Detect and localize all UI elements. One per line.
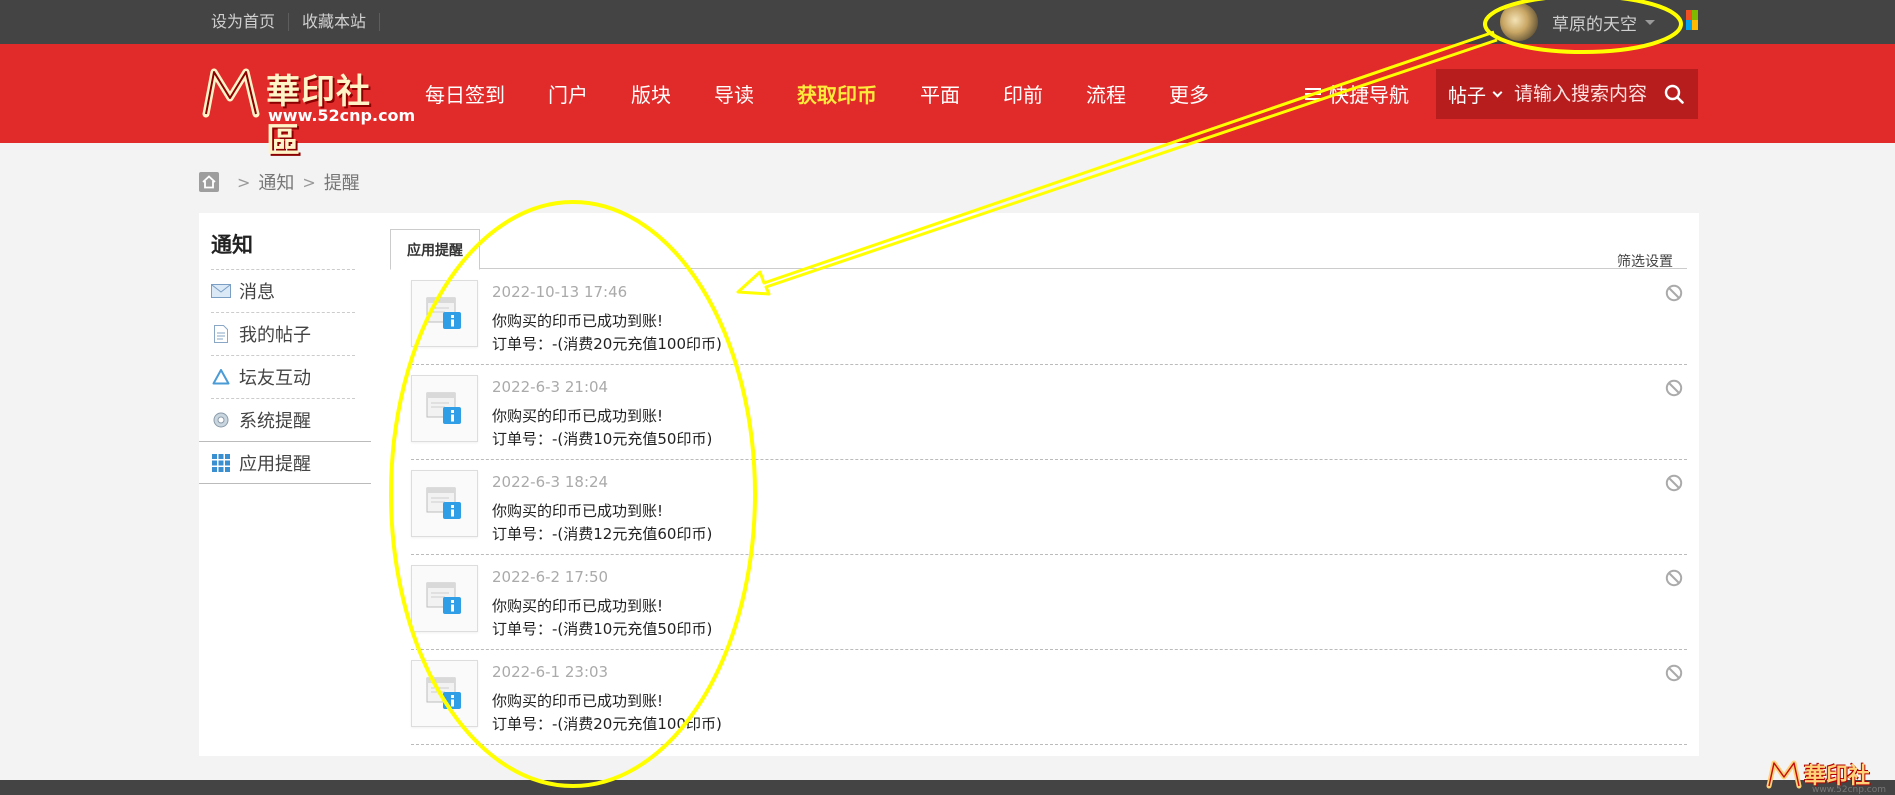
breadcrumb-notice[interactable]: 通知: [258, 169, 294, 195]
windows-logo-icon: [1686, 10, 1698, 30]
logo-mark-icon: [202, 68, 260, 118]
sidebar-item-my-posts[interactable]: 我的帖子: [211, 312, 355, 355]
nav-item-0[interactable]: 每日签到: [425, 79, 505, 108]
nav-item-3[interactable]: 导读: [714, 79, 754, 108]
search-box: 帖子: [1436, 69, 1698, 119]
app-info-icon: [411, 280, 478, 347]
tab-app-reminder[interactable]: 应用提醒: [390, 229, 480, 270]
content-panel: 通知 消息 我的帖子 坛友互动 系统提醒 应用提醒 应用提醒 筛选设置 2022…: [199, 213, 1699, 756]
footer-bar: [0, 780, 1895, 795]
watermark-logo-icon: [1766, 760, 1802, 789]
notification-message: 你购买的印币已成功到账!: [492, 597, 664, 615]
search-type-label: 帖子: [1448, 84, 1487, 107]
site-logo[interactable]: 華印社區 www.52cnp.com: [200, 62, 415, 161]
notification-time: 2022-10-13 17:46: [492, 283, 628, 301]
block-icon[interactable]: [1665, 474, 1683, 492]
nav-item-6[interactable]: 印前: [1003, 79, 1043, 108]
bookmark-site-link[interactable]: 收藏本站: [289, 13, 381, 31]
block-icon[interactable]: [1665, 379, 1683, 397]
chevron-down-icon: [1492, 87, 1503, 97]
sidebar-item-system-reminder[interactable]: 系统提醒: [211, 398, 355, 441]
notification-message: 你购买的印币已成功到账!: [492, 692, 664, 710]
block-icon[interactable]: [1665, 284, 1683, 302]
notification-order: 订单号：-(消费12元充值60印币): [492, 525, 713, 543]
gear-icon: [211, 410, 231, 430]
sidebar-item-label: 消息: [239, 282, 275, 303]
watermark: 華印社區 www.52cnp.com: [1766, 758, 1890, 795]
mail-icon: [211, 281, 231, 301]
top-links: 设为首页 收藏本站: [211, 0, 381, 44]
sidebar-item-app-reminder[interactable]: 应用提醒: [199, 441, 371, 484]
nav-item-1[interactable]: 门户: [548, 79, 588, 108]
tab-bar: 应用提醒 筛选设置: [390, 229, 1687, 271]
notification-row: 2022-10-13 17:46 你购买的印币已成功到账! 订单号：-(消费20元充…: [411, 270, 1687, 365]
block-icon[interactable]: [1665, 664, 1683, 682]
quick-nav[interactable]: 快捷导航: [1305, 44, 1409, 143]
caret-down-icon[interactable]: [1645, 19, 1655, 25]
nav-item-7[interactable]: 流程: [1086, 79, 1126, 108]
sidebar-item-messages[interactable]: 消息: [211, 269, 355, 312]
app-info-icon: [411, 565, 478, 632]
breadcrumb-separator: >: [302, 172, 316, 192]
nav-item-2[interactable]: 版块: [631, 79, 671, 108]
main-nav: 每日签到 门户 版块 导读 获取印币 平面 印前 流程 更多: [425, 44, 1252, 143]
sidebar-item-label: 我的帖子: [239, 325, 311, 346]
notification-time: 2022-6-3 18:24: [492, 473, 609, 491]
quick-nav-label: 快捷导航: [1329, 83, 1409, 107]
search-type-select[interactable]: 帖子: [1436, 81, 1514, 108]
notification-time: 2022-6-2 17:50: [492, 568, 609, 586]
app-info-icon: [411, 375, 478, 442]
notification-message: 你购买的印币已成功到账!: [492, 407, 664, 425]
notification-time: 2022-6-3 21:04: [492, 378, 609, 396]
breadcrumb: > 通知 > 提醒: [199, 170, 360, 194]
sidebar-item-interaction[interactable]: 坛友互动: [211, 355, 355, 398]
watermark-url: www.52cnp.com: [1812, 785, 1887, 795]
sidebar: 通知 消息 我的帖子 坛友互动 系统提醒 应用提醒: [199, 213, 371, 484]
notification-row: 2022-6-3 21:04 你购买的印币已成功到账! 订单号：-(消费10元充值5…: [411, 365, 1687, 460]
notification-message: 你购买的印币已成功到账!: [492, 312, 664, 330]
nav-item-5[interactable]: 平面: [920, 79, 960, 108]
home-icon[interactable]: [199, 172, 219, 192]
notification-order: 订单号：-(消费10元充值50印币): [492, 430, 713, 448]
user-menu[interactable]: 草原的天空: [1500, 2, 1655, 42]
search-icon[interactable]: [1664, 84, 1684, 104]
set-homepage-link[interactable]: 设为首页: [211, 13, 290, 31]
breadcrumb-separator: >: [237, 172, 251, 192]
sidebar-item-label: 系统提醒: [239, 411, 311, 432]
top-bar: 设为首页 收藏本站 草原的天空: [0, 0, 1895, 44]
app-info-icon: [411, 470, 478, 537]
avatar[interactable]: [1500, 3, 1538, 41]
search-input[interactable]: [1514, 83, 1664, 105]
sidebar-item-label: 应用提醒: [239, 453, 311, 475]
notification-message: 你购买的印币已成功到账!: [492, 502, 664, 520]
notification-row: 2022-6-2 17:50 你购买的印币已成功到账! 订单号：-(消费10元充值5…: [411, 555, 1687, 650]
block-icon[interactable]: [1665, 569, 1683, 587]
sidebar-item-label: 坛友互动: [239, 368, 311, 389]
notification-time: 2022-6-1 23:03: [492, 663, 609, 681]
notification-order: 订单号：-(消费20元充值100印币): [492, 715, 722, 733]
site-header: 華印社區 www.52cnp.com 每日签到 门户 版块 导读 获取印币 平面 印前 流程 更…: [0, 44, 1895, 161]
notification-order: 订单号：-(消费20元充值100印币): [492, 335, 722, 353]
grid-icon: [211, 453, 231, 473]
username[interactable]: 草原的天空: [1552, 10, 1637, 35]
nav-item-8[interactable]: 更多: [1169, 79, 1209, 108]
notification-row: 2022-6-1 23:03 你购买的印币已成功到账! 订单号：-(消费20元充值1…: [411, 650, 1687, 745]
document-icon: [211, 324, 231, 344]
notification-order: 订单号：-(消费10元充值50印币): [492, 620, 713, 638]
sidebar-title: 通知: [211, 233, 253, 257]
breadcrumb-reminder[interactable]: 提醒: [324, 169, 360, 195]
recycle-icon: [211, 367, 231, 387]
list-icon: [1305, 85, 1321, 103]
app-info-icon: [411, 660, 478, 727]
logo-url: www.52cnp.com: [268, 106, 416, 125]
notification-row: 2022-6-3 18:24 你购买的印币已成功到账! 订单号：-(消费12元充值6…: [411, 460, 1687, 555]
notification-list: 2022-10-13 17:46 你购买的印币已成功到账! 订单号：-(消费20元充…: [411, 270, 1687, 745]
filter-settings-link[interactable]: 筛选设置: [1617, 251, 1673, 271]
nav-item-4[interactable]: 获取印币: [797, 79, 877, 108]
